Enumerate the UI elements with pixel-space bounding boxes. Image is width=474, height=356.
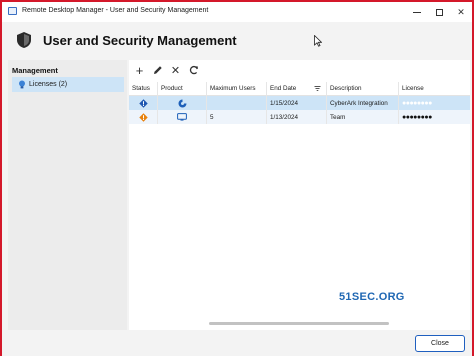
max-users-cell: 5 — [207, 110, 267, 124]
monitor-icon — [177, 113, 187, 121]
pencil-icon — [153, 66, 162, 74]
column-header-status[interactable]: Status — [129, 81, 158, 96]
product-cell — [158, 96, 207, 110]
plus-icon: + — [135, 62, 144, 78]
column-header-product[interactable]: Product — [158, 81, 207, 96]
warning-blue-icon — [138, 98, 148, 108]
refresh-icon — [189, 65, 198, 75]
column-header-license[interactable]: License — [399, 82, 470, 96]
watermark: 51SEC.ORG — [339, 291, 405, 303]
column-header-end-date[interactable]: End Date — [267, 81, 327, 96]
license-cell: ●●●●●●●● — [399, 96, 470, 110]
max-users-cell — [207, 96, 267, 110]
shield-icon — [17, 32, 31, 48]
status-cell — [129, 110, 158, 124]
description-cell: Team — [327, 110, 399, 124]
close-window-button[interactable]: ✕ — [450, 2, 472, 22]
mouse-cursor-icon — [314, 35, 322, 47]
product-cell — [158, 110, 207, 124]
sidebar-heading: Management — [12, 66, 58, 75]
warning-orange-icon — [138, 112, 148, 122]
edit-button[interactable] — [151, 64, 164, 77]
description-cell: CyberArk Integration — [327, 96, 399, 110]
column-header-end-date-label: End Date — [270, 85, 297, 92]
delete-icon: ✕ — [170, 64, 181, 77]
license-mask: ●●●●●●●● — [402, 113, 432, 121]
end-date-cell: 1/15/2024 — [267, 96, 327, 110]
window-title: Remote Desktop Manager - User and Securi… — [22, 7, 209, 14]
license-grid: Status Product Maximum Users End Date De… — [129, 81, 470, 124]
close-button[interactable]: Close — [415, 335, 465, 352]
filter-icon[interactable] — [314, 85, 321, 92]
refresh-button[interactable] — [187, 64, 200, 77]
status-cell — [129, 96, 158, 110]
title-bar: Remote Desktop Manager - User and Securi… — [2, 2, 472, 22]
end-date-cell: 1/13/2024 — [267, 110, 327, 124]
add-button[interactable]: + — [133, 62, 146, 78]
column-header-description[interactable]: Description — [327, 81, 399, 96]
cyberark-icon — [178, 99, 186, 107]
sidebar: Management Licenses (2) — [8, 60, 127, 330]
sidebar-item-label: Licenses (2) — [29, 81, 68, 88]
app-icon — [8, 7, 17, 15]
maximize-button[interactable] — [428, 2, 450, 22]
page-title: User and Security Management — [43, 33, 237, 48]
column-header-max-users[interactable]: Maximum Users — [207, 81, 267, 96]
table-row[interactable]: 1/15/2024 CyberArk Integration ●●●●●●●● — [129, 96, 470, 110]
minimize-icon — [413, 11, 421, 13]
minimize-button[interactable] — [406, 2, 428, 22]
page-header: User and Security Management — [2, 22, 472, 60]
toolbar: + ✕ — [129, 60, 470, 80]
maximize-icon — [435, 8, 443, 16]
license-cell: ●●●●●●●● — [399, 110, 470, 124]
app-window: Remote Desktop Manager - User and Securi… — [0, 0, 474, 356]
horizontal-scrollbar[interactable] — [209, 322, 389, 325]
license-mask: ●●●●●●●● — [402, 99, 432, 107]
delete-button[interactable]: ✕ — [169, 64, 182, 77]
lightbulb-icon — [19, 80, 25, 89]
close-icon: ✕ — [457, 6, 465, 17]
dialog-footer: Close — [2, 330, 472, 356]
table-row[interactable]: 5 1/13/2024 Team ●●●●●●●● — [129, 110, 470, 124]
grid-header: Status Product Maximum Users End Date De… — [129, 81, 470, 96]
main-panel: + ✕ Status Product Maximum Users End Dat… — [129, 60, 470, 330]
sidebar-item-licenses[interactable]: Licenses (2) — [12, 77, 124, 92]
